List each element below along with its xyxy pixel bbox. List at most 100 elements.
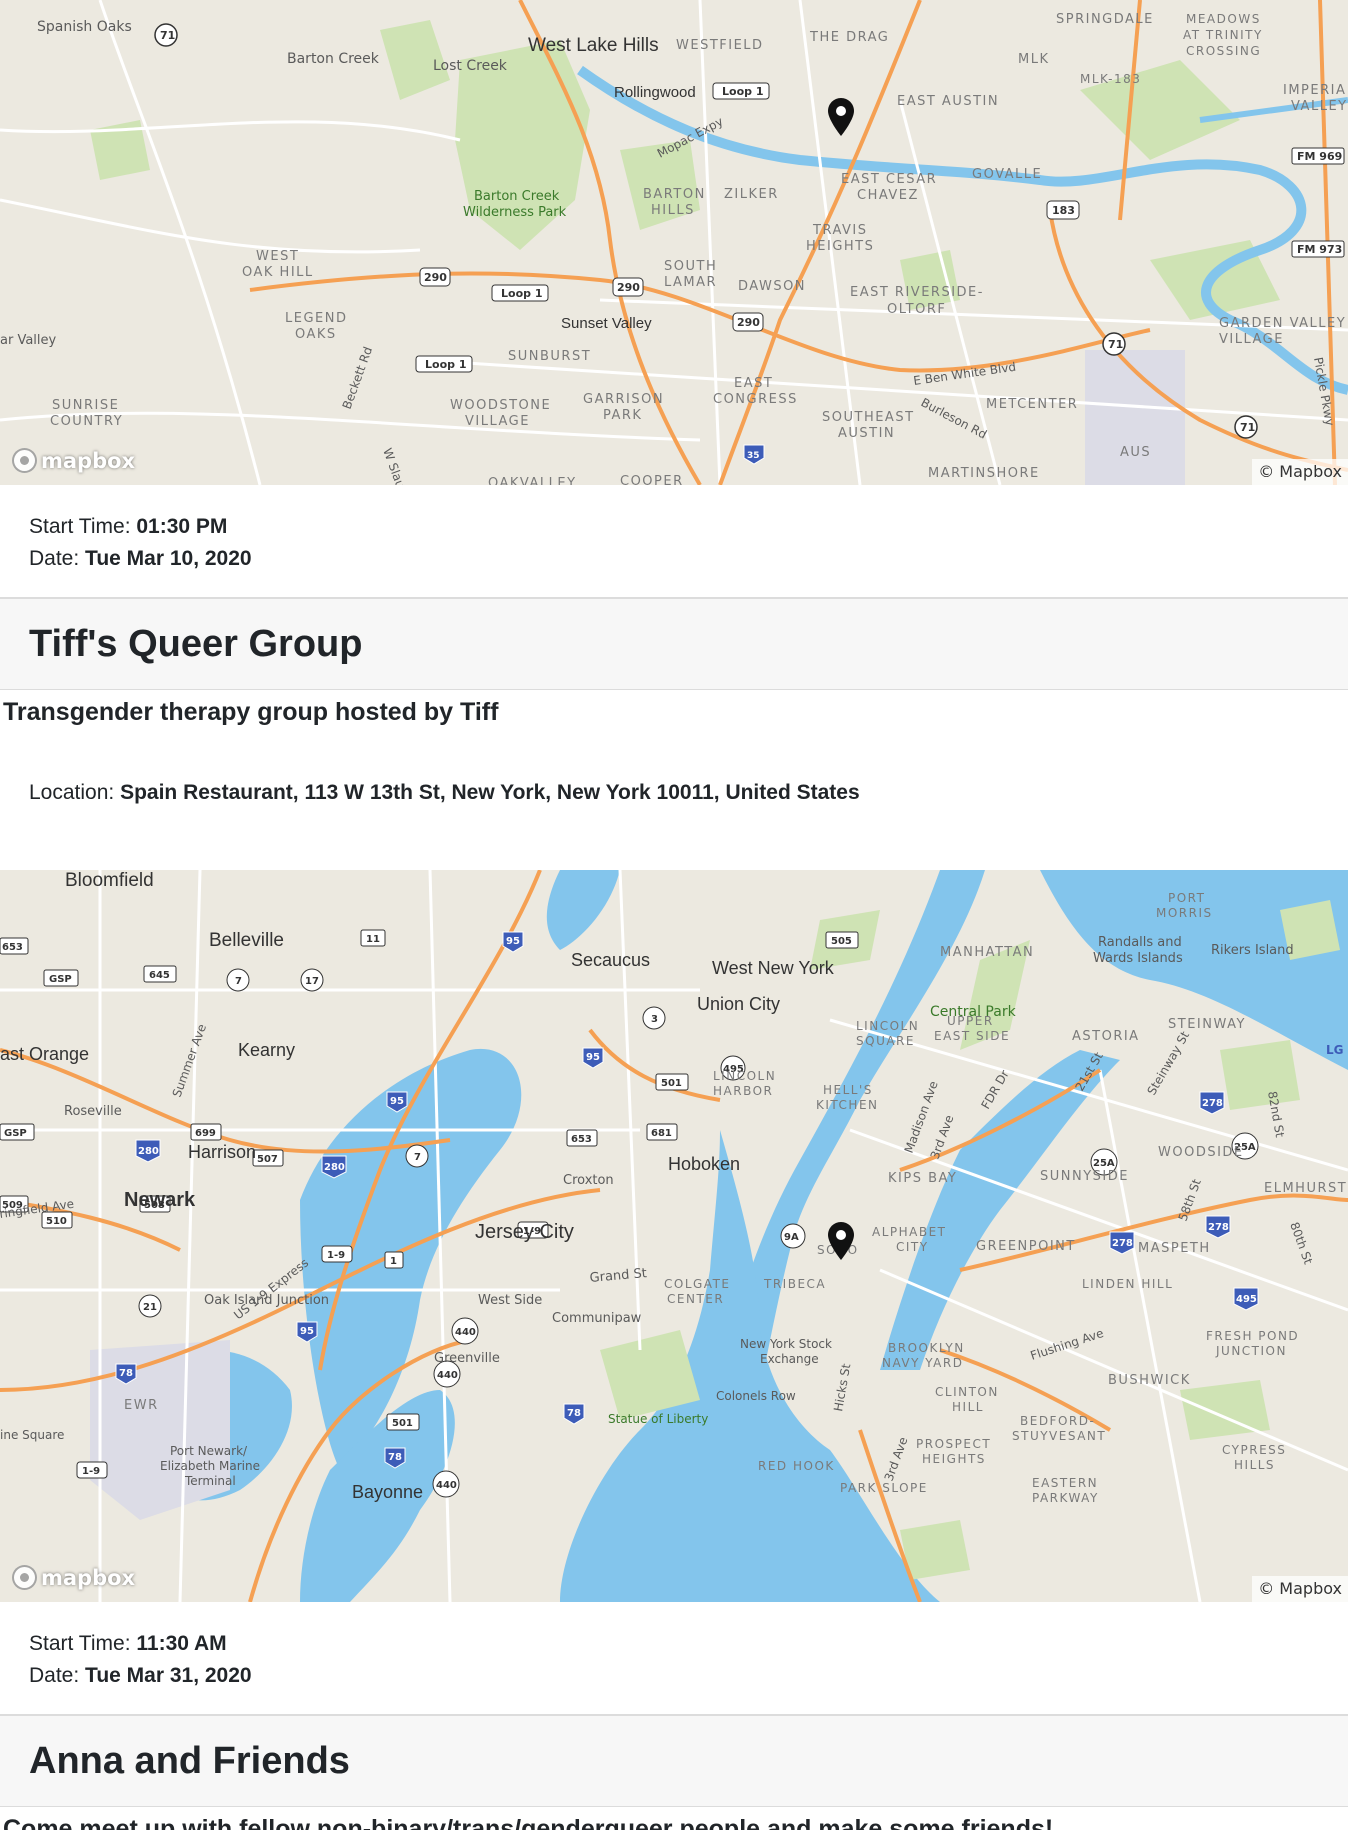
svg-text:653: 653	[2, 942, 23, 953]
svg-text:Wilderness Park: Wilderness Park	[463, 205, 567, 220]
svg-text:WEST: WEST	[256, 249, 299, 264]
event-map[interactable]: 71 Loop 1 Loop 1 Loop 1 290 290 290 183 …	[0, 0, 1348, 485]
svg-text:EAST AUSTIN: EAST AUSTIN	[897, 94, 999, 109]
mapbox-logo-text: mapbox	[41, 1565, 136, 1590]
svg-text:645: 645	[149, 970, 170, 981]
svg-text:TRIBECA: TRIBECA	[763, 1277, 826, 1291]
svg-text:CYPRESS: CYPRESS	[1222, 1443, 1286, 1457]
svg-text:35: 35	[747, 451, 760, 461]
event-location: Location: Spain Restaurant, 113 W 13th S…	[0, 750, 1348, 870]
svg-text:BEDFORD-: BEDFORD-	[1020, 1414, 1095, 1428]
svg-text:Statue of Liberty: Statue of Liberty	[608, 1412, 708, 1426]
svg-text:Rollingwood: Rollingwood	[614, 84, 696, 101]
event-title: Anna and Friends	[29, 1739, 350, 1782]
svg-text:FM 969: FM 969	[1297, 150, 1342, 163]
svg-text:LG: LG	[1326, 1043, 1344, 1057]
svg-text:Spanish Oaks: Spanish Oaks	[37, 19, 132, 35]
svg-text:Bayonne: Bayonne	[352, 1482, 423, 1502]
svg-text:HILL: HILL	[952, 1400, 984, 1414]
svg-text:PARK SLOPE: PARK SLOPE	[840, 1481, 928, 1495]
mapbox-logo-icon	[12, 1565, 37, 1590]
svg-text:1-9: 1-9	[82, 1466, 100, 1477]
svg-text:78: 78	[119, 1368, 133, 1379]
svg-text:Terminal: Terminal	[184, 1474, 236, 1488]
svg-text:HELL'S: HELL'S	[823, 1083, 873, 1097]
svg-text:290: 290	[737, 316, 760, 329]
svg-text:Roseville: Roseville	[64, 1104, 122, 1119]
svg-text:OLTORF: OLTORF	[887, 302, 946, 317]
svg-text:440: 440	[437, 1370, 458, 1381]
svg-text:Bloomfield: Bloomfield	[65, 870, 154, 891]
location-label: Location:	[29, 781, 115, 804]
svg-text:7: 7	[414, 1152, 421, 1163]
svg-text:290: 290	[617, 281, 640, 294]
svg-text:BROOKLYN: BROOKLYN	[888, 1341, 965, 1355]
start-time-value: 11:30 AM	[136, 1632, 227, 1655]
map-canvas[interactable]: 95 95 95 95 505 653 653 645 GSP GSP 7 17…	[0, 870, 1348, 1602]
svg-text:NAVY YARD: NAVY YARD	[882, 1356, 963, 1370]
svg-text:KITCHEN: KITCHEN	[816, 1098, 879, 1112]
svg-text:ELMHURST: ELMHURST	[1264, 1181, 1347, 1196]
svg-text:PARK: PARK	[603, 408, 642, 423]
svg-text:95: 95	[300, 1326, 314, 1337]
svg-text:TRAVIS: TRAVIS	[812, 223, 868, 238]
event-card-header: Tiff's Queer Group	[0, 597, 1348, 690]
svg-text:440: 440	[455, 1327, 476, 1338]
svg-text:LINCOLN: LINCOLN	[713, 1069, 776, 1083]
event-description: Transgender therapy group hosted by Tiff	[3, 698, 499, 726]
svg-text:WOODSIDE: WOODSIDE	[1158, 1145, 1244, 1160]
svg-text:SPRINGDALE: SPRINGDALE	[1056, 12, 1154, 27]
mapbox-logo[interactable]: mapbox	[12, 1565, 135, 1590]
svg-text:VALLEY: VALLEY	[1291, 99, 1348, 114]
svg-text:EAST SIDE: EAST SIDE	[934, 1029, 1010, 1043]
svg-text:510: 510	[46, 1216, 67, 1227]
svg-text:KIPS BAY: KIPS BAY	[888, 1171, 957, 1186]
svg-text:MARTINSHORE: MARTINSHORE	[928, 466, 1040, 481]
svg-text:COLGATE: COLGATE	[664, 1277, 731, 1291]
svg-text:Croxton: Croxton	[563, 1173, 614, 1188]
svg-text:Port Newark/: Port Newark/	[170, 1444, 248, 1458]
svg-text:DAWSON: DAWSON	[738, 279, 806, 294]
svg-text:505: 505	[831, 936, 852, 947]
svg-text:Union City: Union City	[697, 994, 780, 1014]
date-value: Tue Mar 31, 2020	[85, 1664, 252, 1687]
svg-text:653: 653	[571, 1134, 592, 1145]
svg-text:681: 681	[651, 1128, 672, 1139]
start-time-label: Start Time:	[29, 1632, 131, 1655]
svg-text:BARTON: BARTON	[643, 187, 706, 202]
svg-text:95: 95	[390, 1096, 404, 1107]
svg-text:WOODSTONE: WOODSTONE	[450, 398, 551, 413]
event-details: Start Time: 01:30 PM Date: Tue Mar 10, 2…	[0, 485, 1348, 597]
svg-text:Jersey City: Jersey City	[475, 1221, 574, 1243]
svg-text:CENTER: CENTER	[667, 1292, 724, 1306]
svg-text:501: 501	[392, 1418, 413, 1429]
svg-text:FM 973: FM 973	[1297, 243, 1342, 256]
svg-text:95: 95	[586, 1052, 600, 1063]
svg-text:ASTORIA: ASTORIA	[1072, 1029, 1140, 1044]
svg-text:PARKWAY: PARKWAY	[1032, 1491, 1099, 1505]
svg-text:LINCOLN: LINCOLN	[856, 1019, 919, 1033]
svg-text:280: 280	[138, 1146, 159, 1157]
svg-text:25A: 25A	[1093, 1158, 1115, 1169]
svg-text:280: 280	[324, 1162, 345, 1173]
map-canvas[interactable]: 71 Loop 1 Loop 1 Loop 1 290 290 290 183 …	[0, 0, 1348, 485]
svg-text:SUNBURST: SUNBURST	[508, 349, 591, 364]
location-pin-icon[interactable]	[828, 98, 854, 136]
map-attribution[interactable]: © Mapbox	[1252, 1576, 1348, 1602]
mapbox-logo[interactable]: mapbox	[12, 448, 135, 473]
svg-text:West Lake Hills: West Lake Hills	[528, 35, 659, 56]
svg-text:Exchange: Exchange	[760, 1352, 819, 1366]
svg-text:11: 11	[366, 934, 380, 945]
svg-text:Loop 1: Loop 1	[425, 358, 466, 371]
svg-text:95: 95	[506, 936, 520, 947]
svg-text:Hoboken: Hoboken	[668, 1154, 740, 1174]
svg-text:HILLS: HILLS	[651, 203, 695, 218]
svg-text:COOPER: COOPER	[620, 474, 684, 485]
svg-text:507: 507	[257, 1154, 278, 1165]
svg-text:ALPHABET: ALPHABET	[872, 1225, 947, 1239]
start-time-row: Start Time: 01:30 PM	[29, 511, 1319, 543]
location-pin-icon[interactable]	[828, 1222, 854, 1260]
svg-text:CITY: CITY	[896, 1240, 929, 1254]
map-attribution[interactable]: © Mapbox	[1252, 459, 1348, 485]
event-map[interactable]: 95 95 95 95 505 653 653 645 GSP GSP 7 17…	[0, 870, 1348, 1602]
